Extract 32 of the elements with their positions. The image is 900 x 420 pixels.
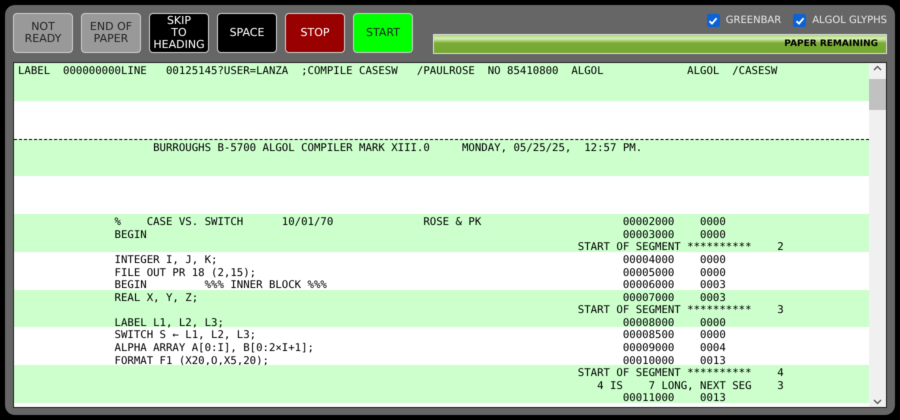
printout-line: 4 IS 7 LONG, NEXT SEG 3 bbox=[596, 378, 784, 392]
printout-line: FORMAT F1 (X20,O,X5,20); 00010000 0013 bbox=[114, 354, 726, 367]
scrollbar-thumb[interactable] bbox=[869, 79, 886, 110]
control-button[interactable]: START bbox=[353, 13, 413, 53]
checkbox[interactable] bbox=[793, 14, 806, 27]
printout-line: START OF SEGMENT ********** 3 bbox=[576, 303, 784, 316]
printout-line: INTEGER I, J, K; 00004000 0000 bbox=[114, 252, 726, 266]
printout-line: 00011000 0013 bbox=[622, 391, 726, 404]
control-button[interactable]: SPACE bbox=[217, 13, 277, 53]
printout-line: BEGIN 00003000 0000 bbox=[114, 228, 726, 241]
printout-line: REAL X, Y, Z; 00007000 0003 bbox=[114, 290, 726, 304]
checkbox-label: ALGOL GLYPHS bbox=[812, 14, 887, 28]
printout-line: BEGIN %%% INNER BLOCK %%% 00006000 0003 bbox=[114, 278, 726, 292]
paper-remaining-label: PAPER REMAINING bbox=[784, 39, 878, 50]
checkbox-label: GREENBAR bbox=[726, 14, 782, 28]
printout-line: SWITCH S ← L1, L2, L3; 00008500 0000 bbox=[114, 328, 726, 342]
scroll-down-icon[interactable] bbox=[873, 399, 882, 405]
printout-line: LABEL L1, L2, L3; 00008000 0000 bbox=[114, 316, 726, 329]
printout-line: % CASE VS. SWITCH 10/01/70 ROSE & PK 00002000 0000 bbox=[114, 215, 726, 228]
printout-line: START OF SEGMENT ********** 4 bbox=[576, 366, 784, 380]
printout-line: START OF SEGMENT ********** 2 bbox=[576, 240, 784, 254]
control-button[interactable]: END OF PAPER bbox=[81, 13, 141, 53]
scroll-up-icon[interactable] bbox=[873, 65, 882, 71]
scrollbar[interactable] bbox=[869, 63, 886, 407]
printout-line: ALPHA ARRAY A[0:I], B[0:2×I+1]; 00009000 0004 bbox=[114, 341, 726, 354]
printout-line: FILE OUT PR 18 (2,15); 00005000 0000 bbox=[114, 266, 726, 278]
printout-line: LABEL 000000000LINE 00125145?USER=LANZA ;COMPILE CASESW /PAULROSE NO 85410800 ALGOL ALGOL /CASESW bbox=[18, 64, 778, 77]
control-button[interactable]: SKIP TO HEADING bbox=[149, 13, 209, 53]
control-button[interactable]: STOP bbox=[285, 13, 345, 53]
printout-line: BURROUGHS B-5700 ALGOL COMPILER MARK XIII.0 MONDAY, 05/25/25, 12:57 PM. bbox=[152, 140, 642, 154]
control-button[interactable]: NOT READY bbox=[13, 13, 73, 53]
checkbox[interactable] bbox=[706, 14, 720, 27]
